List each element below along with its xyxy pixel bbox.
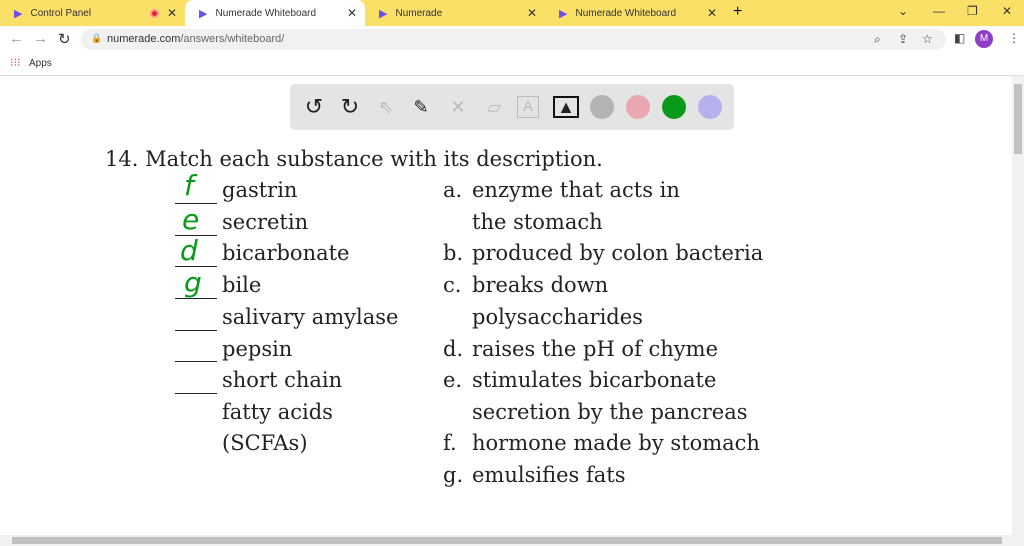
- substance-item: bicarbonate: [222, 241, 350, 265]
- url-input[interactable]: 🔒 numerade.com/answers/whiteboard/ ⌕ ⇪ ☆: [81, 29, 946, 50]
- answer-blank: [175, 330, 217, 331]
- zoom-icon[interactable]: ⌕: [874, 32, 881, 47]
- question-title: 14. Match each substance with its descri…: [105, 147, 603, 171]
- share-icon[interactable]: ⇪: [898, 32, 908, 46]
- substance-item: (SCFAs): [222, 431, 308, 455]
- numerade-logo-icon: ▶: [559, 7, 568, 20]
- image-icon[interactable]: ▲: [553, 96, 579, 118]
- pen-icon[interactable]: ✎: [408, 94, 434, 120]
- answer-blank: [175, 361, 217, 362]
- numerade-logo-icon: ▶: [14, 7, 23, 20]
- description-letter: f.: [443, 431, 457, 455]
- description-letter: b.: [443, 241, 464, 265]
- whiteboard-toolbar: ↺ ↻ ⇖ ✎ ✕ ▱ A ▲: [290, 84, 734, 130]
- description-text: enzyme that acts in: [472, 178, 680, 202]
- numerade-logo-icon: ▶: [199, 7, 208, 20]
- eraser-icon[interactable]: ▱: [481, 94, 507, 120]
- profile-avatar[interactable]: M: [975, 30, 993, 48]
- redo-icon[interactable]: ↻: [337, 94, 363, 120]
- close-tab-icon[interactable]: ✕: [707, 6, 717, 20]
- tab-control-panel[interactable]: ▶ Control Panel ✕: [0, 0, 185, 26]
- bookmark-star-icon[interactable]: ☆: [922, 32, 933, 46]
- tab-numerade[interactable]: ▶ Numerade ✕: [365, 0, 545, 26]
- apps-link[interactable]: Apps: [29, 58, 52, 69]
- close-window-button[interactable]: ✕: [1002, 4, 1012, 18]
- vertical-scrollbar[interactable]: [1012, 76, 1024, 535]
- close-tab-icon[interactable]: ✕: [347, 6, 357, 20]
- close-tab-icon[interactable]: ✕: [527, 6, 537, 20]
- numerade-logo-icon: ▶: [379, 7, 388, 20]
- description-text: emulsifies fats: [472, 463, 626, 487]
- forward-button[interactable]: →: [33, 30, 48, 47]
- tab-search-icon[interactable]: ⌄: [898, 4, 908, 18]
- pointer-icon[interactable]: ⇖: [373, 94, 399, 120]
- description-letter: e.: [443, 368, 463, 392]
- restore-button[interactable]: ❐: [967, 4, 978, 18]
- text-icon[interactable]: A: [517, 96, 539, 118]
- description-text: polysaccharides: [472, 305, 643, 329]
- scrollbar-thumb[interactable]: [1014, 84, 1022, 154]
- handwritten-answer: d: [180, 234, 198, 267]
- description-text: produced by colon bacteria: [472, 241, 764, 265]
- whiteboard-page: ↺ ↻ ⇖ ✎ ✕ ▱ A ▲ 14. Match each substance…: [0, 76, 1012, 535]
- tab-strip: ▶ Control Panel ✕ ▶ Numerade Whiteboard ✕ ▶ N…: [0, 0, 1024, 26]
- menu-icon[interactable]: ⋮: [1008, 31, 1020, 45]
- substance-item: salivary amylase: [222, 305, 399, 329]
- description-text: secretion by the pancreas: [472, 400, 748, 424]
- close-tab-icon[interactable]: ✕: [167, 6, 177, 20]
- color-green-swatch[interactable]: [662, 95, 686, 119]
- color-pink-swatch[interactable]: [626, 95, 650, 119]
- color-lavender-swatch[interactable]: [698, 95, 722, 119]
- horizontal-scrollbar[interactable]: [0, 535, 1024, 546]
- description-text: stimulates bicarbonate: [472, 368, 717, 392]
- description-letter: d.: [443, 337, 464, 361]
- description-text: breaks down: [472, 273, 609, 297]
- substance-item: fatty acids: [222, 400, 333, 424]
- handwritten-answer: g: [184, 266, 202, 299]
- handwritten-answer: e: [182, 203, 200, 236]
- substance-item: bile: [222, 273, 262, 297]
- scrollbar-thumb[interactable]: [12, 537, 1002, 544]
- description-text: hormone made by stomach: [472, 431, 760, 455]
- address-bar-row: ← → ↻ 🔒 numerade.com/answers/whiteboard/ …: [0, 26, 1024, 52]
- back-button[interactable]: ←: [9, 30, 24, 47]
- substance-item: short chain: [222, 368, 343, 392]
- new-tab-button[interactable]: +: [733, 3, 742, 21]
- description-letter: c.: [443, 273, 462, 297]
- undo-icon[interactable]: ↺: [301, 94, 327, 120]
- substance-item: secretin: [222, 210, 309, 234]
- apps-grid-icon: ⁝⁝⁝: [10, 57, 21, 69]
- reload-button[interactable]: ↻: [58, 30, 71, 48]
- description-text: raises the pH of chyme: [472, 337, 719, 361]
- substance-item: gastrin: [222, 178, 298, 202]
- minimize-button[interactable]: —: [933, 4, 945, 18]
- description-text: the stomach: [472, 210, 603, 234]
- description-letter: a.: [443, 178, 463, 202]
- tab-numerade-whiteboard-2[interactable]: ▶ Numerade Whiteboard ✕: [545, 0, 725, 26]
- side-panel-icon[interactable]: ◧: [954, 31, 965, 45]
- description-letter: g.: [443, 463, 464, 487]
- recording-icon: [150, 8, 159, 18]
- tab-numerade-whiteboard[interactable]: ▶ Numerade Whiteboard ✕: [185, 0, 365, 26]
- substance-item: pepsin: [222, 337, 293, 361]
- answer-blank: [175, 393, 217, 394]
- tools-icon[interactable]: ✕: [445, 94, 471, 120]
- lock-icon: 🔒: [91, 33, 103, 43]
- handwritten-answer: f: [184, 169, 194, 202]
- color-gray-swatch[interactable]: [590, 95, 614, 119]
- bookmarks-bar: ⁝⁝⁝ Apps: [0, 52, 1024, 76]
